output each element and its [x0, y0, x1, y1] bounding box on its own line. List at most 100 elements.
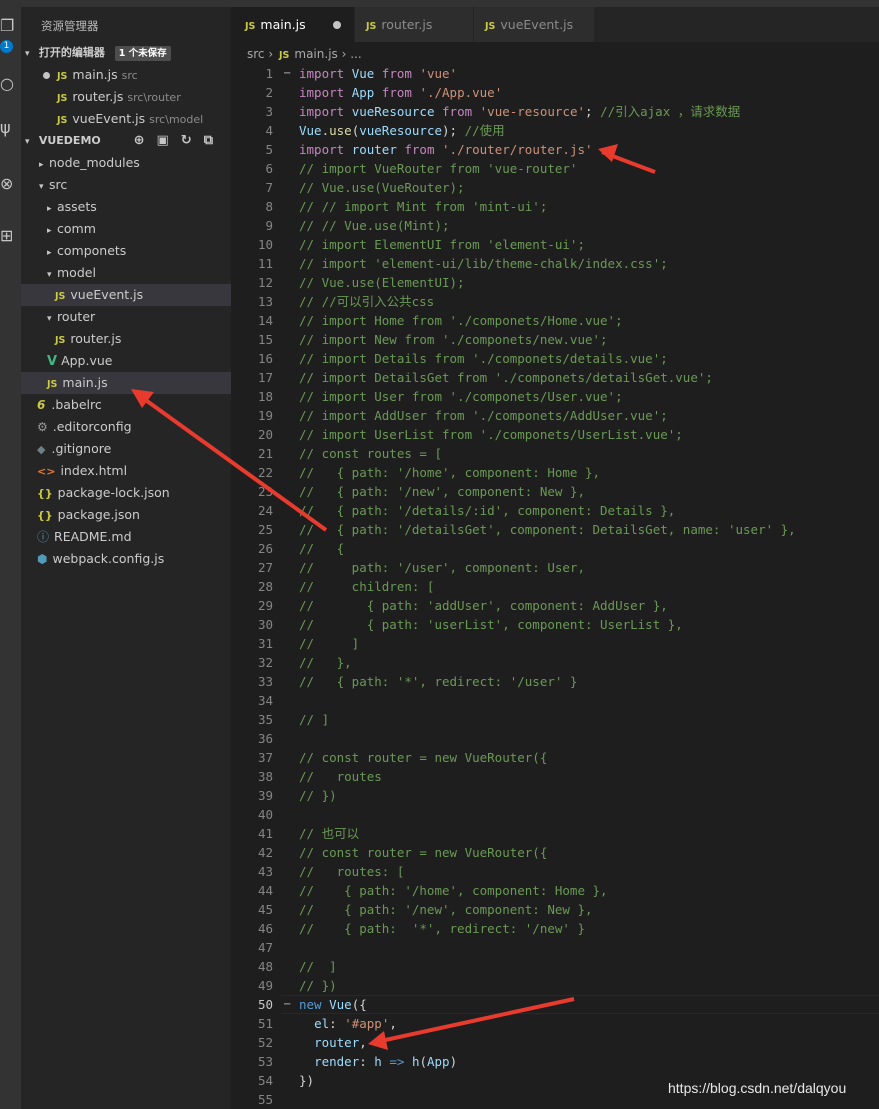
project-header[interactable]: ▾ VUEDEMO ⊕▣↻⧉: [21, 130, 231, 152]
code-line[interactable]: // { path: 'userList', component: UserLi…: [299, 615, 683, 634]
code-line[interactable]: new Vue({: [299, 995, 367, 1014]
code-line[interactable]: }): [299, 1071, 314, 1090]
tab-main-js[interactable]: JS main.js: [231, 7, 354, 42]
code-line[interactable]: // 也可以: [299, 824, 359, 843]
explorer-icon[interactable]: ❐: [0, 15, 21, 37]
code-line[interactable]: // import UserList from './componets/Use…: [299, 425, 683, 444]
tree-item-comm[interactable]: ▸ comm: [21, 218, 231, 240]
code-line[interactable]: // { path: '/home', component: Home },: [299, 881, 608, 900]
code-line[interactable]: // // Vue.use(Mint);: [299, 216, 450, 235]
breadcrumb-symbols[interactable]: › ...: [342, 47, 362, 61]
line-number: 33: [257, 674, 273, 689]
code-line[interactable]: // }): [299, 976, 337, 995]
tree-item-src[interactable]: ▾ src: [21, 174, 231, 196]
breadcrumb-file[interactable]: main.js: [294, 47, 337, 61]
code-line[interactable]: // import DetailsGet from './componets/d…: [299, 368, 713, 387]
code-line[interactable]: import App from './App.vue': [299, 83, 502, 102]
code-line[interactable]: // const routes = [: [299, 444, 442, 463]
code-line[interactable]: render: h => h(App): [299, 1052, 457, 1071]
code-line[interactable]: // ]: [299, 957, 337, 976]
code-line[interactable]: // children: [: [299, 577, 434, 596]
code-line[interactable]: // { path: 'addUser', component: AddUser…: [299, 596, 668, 615]
extensions-icon[interactable]: ⊞: [0, 225, 21, 247]
code-line[interactable]: // routes: [: [299, 862, 404, 881]
code-line[interactable]: // { path: '*', redirect: '/user' }: [299, 672, 577, 691]
code-line[interactable]: // { path: '/details/:id', component: De…: [299, 501, 675, 520]
new-folder-icon[interactable]: ▣: [157, 133, 181, 148]
fold-icon[interactable]: −: [283, 64, 291, 83]
line-number: 26: [257, 541, 273, 556]
code-line[interactable]: // import AddUser from './componets/AddU…: [299, 406, 668, 425]
code-line[interactable]: // { path: '/detailsGet', component: Det…: [299, 520, 796, 539]
open-editors-header[interactable]: ▾ 打开的编辑器 1 个未保存: [21, 42, 231, 64]
tree-item-package-lock-json[interactable]: {} package-lock.json: [21, 482, 231, 504]
search-icon[interactable]: ○: [0, 73, 21, 95]
code-line[interactable]: // // import Mint from 'mint-ui';: [299, 197, 547, 216]
open-editor-item[interactable]: JS vueEvent.js src\model: [21, 108, 231, 130]
code-line[interactable]: // import New from './componets/new.vue'…: [299, 330, 608, 349]
code-line[interactable]: router,: [299, 1033, 367, 1052]
tree-item-package-json[interactable]: {} package.json: [21, 504, 231, 526]
tree-item-readme[interactable]: ⓘ README.md: [21, 526, 231, 548]
fold-icon[interactable]: −: [283, 995, 291, 1014]
code-line[interactable]: // { path: '/new', component: New },: [299, 900, 593, 919]
code-line[interactable]: // { path: '/new', component: New },: [299, 482, 585, 501]
code-line[interactable]: // import User from './componets/User.vu…: [299, 387, 623, 406]
tree-item-editorconfig[interactable]: ⚙ .editorconfig: [21, 416, 231, 438]
tree-item-node-modules[interactable]: ▸ node_modules: [21, 152, 231, 174]
tree-item-model[interactable]: ▾ model: [21, 262, 231, 284]
tree-item-vueevent-js[interactable]: JS vueEvent.js: [21, 284, 231, 306]
code-line[interactable]: // {: [299, 539, 344, 558]
tab-vueevent-js[interactable]: JS vueEvent.js: [474, 7, 594, 42]
tree-item-componets[interactable]: ▸ componets: [21, 240, 231, 262]
tree-item-index-html[interactable]: <> index.html: [21, 460, 231, 482]
code-line[interactable]: // Vue.use(ElementUI);: [299, 273, 465, 292]
code-line[interactable]: // }): [299, 786, 337, 805]
tree-item-router[interactable]: ▾ router: [21, 306, 231, 328]
line-number: 48: [257, 959, 273, 974]
tree-item-app-vue[interactable]: V App.vue: [21, 350, 231, 372]
code-line[interactable]: // { path: '*', redirect: '/new' }: [299, 919, 585, 938]
line-number: 32: [257, 655, 273, 670]
code-line[interactable]: // },: [299, 653, 352, 672]
tree-item-webpack-config[interactable]: ⬢ webpack.config.js: [21, 548, 231, 570]
tree-item-gitignore[interactable]: ◆ .gitignore: [21, 438, 231, 460]
code-line[interactable]: // import ElementUI from 'element-ui';: [299, 235, 585, 254]
tree-item-assets[interactable]: ▸ assets: [21, 196, 231, 218]
code-editor[interactable]: 1− import Vue from 'vue' 2 import App from …: [231, 64, 879, 1109]
code-line[interactable]: import Vue from 'vue': [299, 64, 457, 83]
code-line[interactable]: // //可以引入公共css: [299, 292, 434, 311]
tree-item-main-js[interactable]: JS main.js: [21, 372, 231, 394]
debug-icon[interactable]: ⊗: [0, 173, 21, 195]
title-strip: [0, 0, 879, 7]
open-editor-item[interactable]: JS main.js src: [21, 64, 231, 86]
code-line[interactable]: // const router = new VueRouter({: [299, 748, 547, 767]
tab-router-js[interactable]: JS router.js: [355, 7, 473, 42]
code-line[interactable]: // Vue.use(VueRouter);: [299, 178, 465, 197]
new-file-icon[interactable]: ⊕: [134, 133, 157, 148]
tree-item-label: main.js: [62, 375, 108, 390]
code-line[interactable]: // const router = new VueRouter({: [299, 843, 547, 862]
open-editor-item[interactable]: JS router.js src\router: [21, 86, 231, 108]
code-line[interactable]: // ]: [299, 710, 329, 729]
code-line[interactable]: // routes: [299, 767, 382, 786]
code-line[interactable]: el: '#app',: [299, 1014, 397, 1033]
code-line[interactable]: // path: '/user', component: User,: [299, 558, 585, 577]
source-control-icon[interactable]: ψ: [0, 117, 21, 139]
unsaved-dot-icon[interactable]: [333, 21, 341, 29]
code-line[interactable]: import vueResource from 'vue-resource'; …: [299, 102, 740, 121]
code-line[interactable]: import router from './router/router.js': [299, 140, 593, 159]
tree-item-router-js[interactable]: JS router.js: [21, 328, 231, 350]
code-line[interactable]: // import 'element-ui/lib/theme-chalk/in…: [299, 254, 668, 273]
code-line[interactable]: // import Details from './componets/deta…: [299, 349, 668, 368]
refresh-icon[interactable]: ↻: [181, 133, 204, 148]
breadcrumb-folder[interactable]: src: [247, 47, 265, 61]
code-line[interactable]: // import Home from './componets/Home.vu…: [299, 311, 623, 330]
collapse-all-icon[interactable]: ⧉: [204, 133, 225, 148]
code-line[interactable]: // { path: '/home', component: Home },: [299, 463, 600, 482]
code-line[interactable]: // ]: [299, 634, 359, 653]
code-line[interactable]: // import VueRouter from 'vue-router': [299, 159, 577, 178]
line-number: 22: [257, 465, 273, 480]
code-line[interactable]: Vue.use(vueResource); //使用: [299, 121, 505, 140]
tree-item-babelrc[interactable]: 6 .babelrc: [21, 394, 231, 416]
